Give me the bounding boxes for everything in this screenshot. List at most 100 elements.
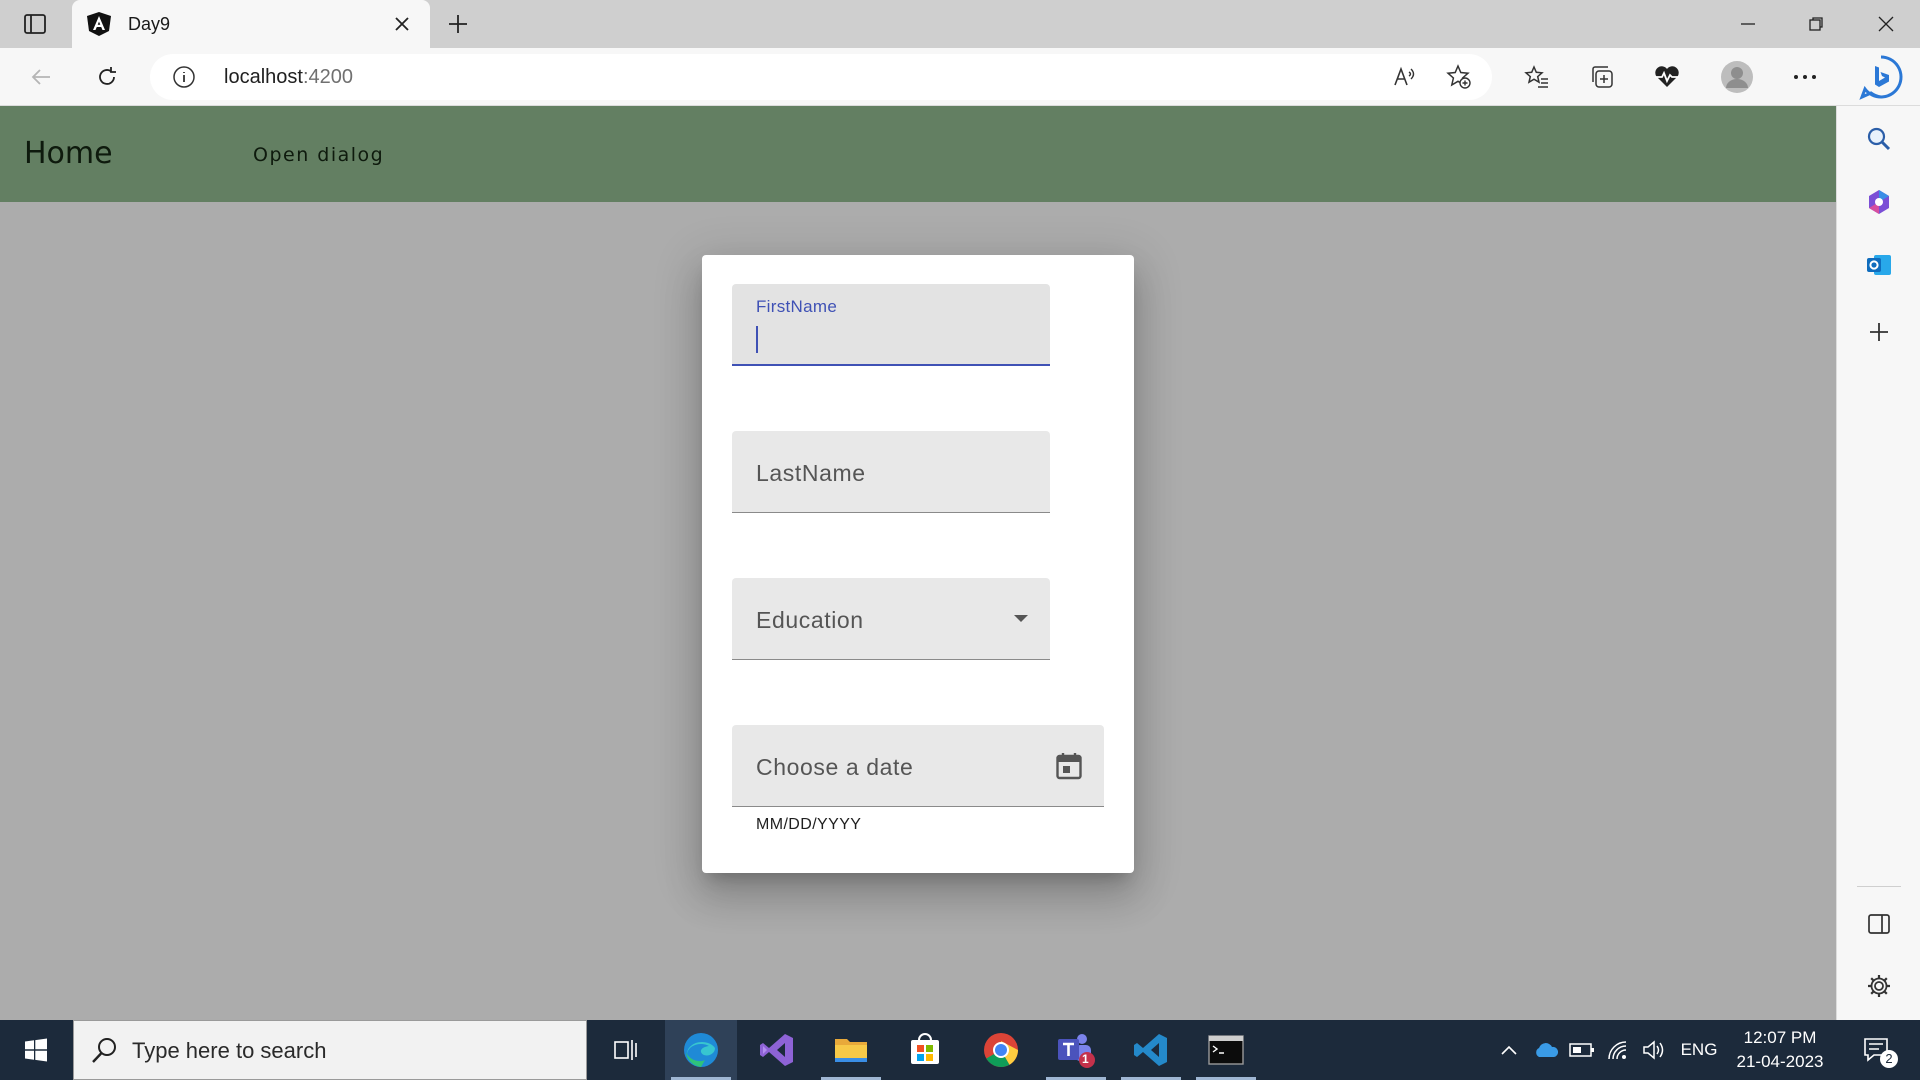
browser-toolbar: localhost:4200 — [0, 48, 1920, 106]
last-name-placeholder: LastName — [756, 460, 866, 486]
date-placeholder: Choose a date — [756, 754, 914, 780]
taskbar-app-teams[interactable]: 1 — [1040, 1020, 1112, 1080]
date-format-hint: MM/DD/YYYY — [756, 816, 862, 833]
sidebar-hide-button[interactable] — [1858, 903, 1900, 945]
start-button[interactable] — [0, 1020, 72, 1080]
page-content: Home Open dialog FirstName LastName Educ… — [0, 106, 1836, 1020]
taskbar-search-placeholder: Type here to search — [132, 1038, 327, 1063]
browser-tab-day9[interactable]: Day9 — [72, 0, 430, 48]
cloud-icon — [1536, 1043, 1559, 1057]
arrow-left-icon — [31, 69, 50, 85]
discover-icon — [1869, 190, 1889, 214]
info-icon[interactable] — [172, 65, 196, 89]
sidebar-discover-button[interactable] — [1858, 181, 1900, 223]
more-horizontal-icon — [1794, 75, 1816, 79]
taskbar-app-terminal[interactable] — [1190, 1020, 1262, 1080]
windows-logo-icon — [25, 1038, 47, 1062]
battery-icon — [1569, 1043, 1594, 1057]
input-language-indicator[interactable]: ENG — [1674, 1020, 1724, 1080]
clock-time: 12:07 PM — [1743, 1028, 1817, 1047]
tab-actions-button[interactable] — [8, 6, 62, 42]
refresh-icon — [99, 67, 116, 85]
outlook-icon — [1867, 255, 1891, 275]
avatar-icon — [1721, 61, 1753, 93]
nav-home-link[interactable]: Home — [24, 136, 113, 171]
taskbar-app-file-explorer[interactable] — [815, 1020, 887, 1080]
read-aloud-icon — [1394, 66, 1415, 86]
taskbar-clock[interactable]: 12:07 PM 21-04-2023 — [1725, 1026, 1835, 1074]
add-favorite-button[interactable] — [1444, 62, 1474, 92]
sidebar-divider — [1857, 886, 1901, 887]
settings-more-button[interactable] — [1784, 56, 1826, 98]
form-dialog: FirstName LastName Education Choose a da… — [702, 255, 1134, 873]
taskbar-app-vscode[interactable] — [1115, 1020, 1187, 1080]
open-dialog-button[interactable]: Open dialog — [253, 144, 384, 166]
show-hidden-icons-button[interactable] — [1494, 1020, 1524, 1080]
chrome-icon — [984, 1033, 1018, 1067]
taskbar-app-visual-studio[interactable] — [741, 1020, 813, 1080]
collections-button[interactable] — [1581, 56, 1623, 98]
url-host: localhost — [224, 66, 303, 88]
restore-button[interactable] — [1782, 0, 1850, 48]
browser-title-bar: Day9 — [0, 0, 1920, 48]
store-icon — [911, 1033, 939, 1064]
close-window-button[interactable] — [1852, 0, 1920, 48]
search-icon — [92, 1038, 116, 1063]
back-button[interactable] — [20, 56, 62, 98]
refresh-button[interactable] — [86, 56, 128, 98]
edge-browser-icon — [684, 1033, 718, 1067]
task-view-button[interactable] — [589, 1020, 661, 1080]
visual-studio-icon — [760, 1034, 793, 1066]
read-aloud-button[interactable] — [1390, 62, 1420, 92]
notification-center-button[interactable]: 2 — [1850, 1020, 1906, 1080]
taskbar-app-store[interactable] — [889, 1020, 961, 1080]
restore-icon — [1809, 17, 1823, 31]
folder-icon — [835, 1039, 867, 1062]
favorites-button[interactable] — [1516, 56, 1558, 98]
bing-icon — [1859, 55, 1903, 100]
close-icon — [395, 17, 409, 31]
minimize-button[interactable] — [1714, 0, 1782, 48]
sidebar-outlook-button[interactable] — [1858, 244, 1900, 286]
heart-pulse-icon — [1655, 66, 1679, 87]
plus-icon — [1870, 323, 1888, 341]
network-tray-icon[interactable] — [1602, 1020, 1634, 1080]
sidebar-add-button[interactable] — [1858, 311, 1900, 353]
datepicker-toggle-button[interactable] — [1048, 745, 1090, 787]
notification-count-badge: 2 — [1880, 1050, 1898, 1068]
education-select[interactable]: Education — [732, 578, 1050, 660]
taskbar-search-box[interactable]: Type here to search — [73, 1020, 587, 1080]
favorites-icon — [1524, 65, 1548, 88]
address-url[interactable]: localhost:4200 — [224, 66, 353, 89]
new-tab-button[interactable] — [440, 6, 476, 42]
first-name-field[interactable]: FirstName — [732, 284, 1050, 366]
speaker-icon — [1643, 1040, 1664, 1060]
date-input-field[interactable]: Choose a date — [732, 725, 1104, 807]
calendar-icon — [1056, 753, 1082, 780]
onedrive-tray-icon[interactable] — [1530, 1020, 1562, 1080]
dropdown-arrow-icon — [1014, 615, 1028, 622]
search-icon — [1867, 127, 1891, 151]
edge-sidebar — [1836, 106, 1920, 1020]
tab-close-button[interactable] — [388, 10, 416, 38]
browser-essentials-button[interactable] — [1646, 56, 1688, 98]
sidebar-search-button[interactable] — [1858, 118, 1900, 160]
address-bar[interactable]: localhost:4200 — [150, 54, 1492, 100]
text-caret — [756, 326, 758, 353]
collections-icon — [1592, 66, 1613, 88]
profile-button[interactable] — [1716, 56, 1758, 98]
volume-tray-icon[interactable] — [1638, 1020, 1670, 1080]
taskbar-app-edge[interactable] — [665, 1020, 737, 1080]
bing-chat-button[interactable] — [1856, 52, 1906, 102]
tab-title: Day9 — [128, 13, 171, 34]
clock-date: 21-04-2023 — [1736, 1052, 1824, 1071]
sidebar-settings-button[interactable] — [1858, 965, 1900, 1007]
last-name-field[interactable]: LastName — [732, 431, 1050, 513]
battery-tray-icon[interactable] — [1566, 1020, 1598, 1080]
app-navbar: Home Open dialog — [0, 106, 1836, 202]
taskbar-app-chrome[interactable] — [965, 1020, 1037, 1080]
close-icon — [1878, 16, 1894, 32]
vscode-icon — [1134, 1034, 1167, 1066]
task-view-icon — [614, 1040, 637, 1060]
chevron-up-icon — [1501, 1045, 1517, 1055]
